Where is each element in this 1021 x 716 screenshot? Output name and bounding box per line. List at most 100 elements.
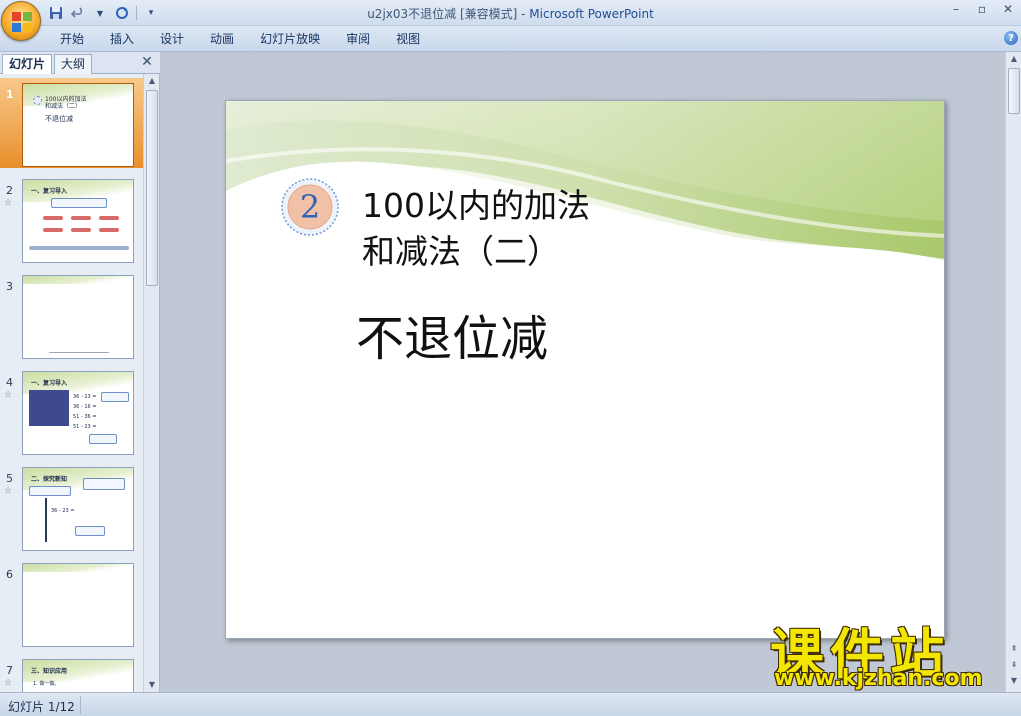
slide-indicator: 幻灯片 1/12 (8, 700, 75, 714)
ribbon: 开始 插入 设计 动画 幻灯片放映 审阅 视图 ? (0, 26, 1021, 52)
mini-callout (51, 198, 107, 208)
tab-animations[interactable]: 动画 (200, 30, 244, 48)
thumbnail-slide-2[interactable]: 2 ☆ 一、复习导入 (0, 174, 143, 264)
animation-icon: ☆ (4, 678, 13, 688)
mini-expr: 51 - 36 = (73, 414, 97, 420)
thumbnail-preview: 三、知识应用 1. 做一做。 (22, 659, 134, 692)
mini-expr: 36 - 16 = (73, 404, 97, 410)
mini-item (71, 216, 91, 220)
tab-insert[interactable]: 插入 (100, 30, 144, 48)
mini-subtitle: 不退位减 (45, 115, 73, 123)
mini-expr: 51 - 23 = (73, 424, 97, 430)
thumbnail-slide-6[interactable]: 6 (0, 558, 143, 648)
close-window-icon[interactable]: ✕ (995, 0, 1021, 18)
thumbnail-preview: 100以内的加法 和减法（二） 不退位减 (22, 83, 134, 167)
mini-picture (29, 390, 69, 426)
editor-scrollbar[interactable]: ▲ ⇞ ⇟ ▼ (1005, 52, 1021, 692)
thumbnail-slide-5[interactable]: 5 ☆ 二、探究新知 36 - 23 = (0, 462, 143, 552)
restore-icon[interactable]: ▫ (969, 0, 995, 18)
thumbnail-number: 2 (6, 184, 13, 197)
slide-title[interactable]: 100以内的加法 和减法（二） (362, 183, 590, 275)
mini-callout (83, 478, 125, 490)
watermark-url: www.kjzhan.com (774, 666, 983, 691)
help-icon[interactable]: ? (1004, 31, 1018, 45)
mini-title-line1: 100以内的加法 (45, 96, 87, 103)
title-bar: ▼ ▾ u2jx03不退位减 [兼容模式] - Microsoft PowerP… (0, 0, 1021, 26)
mini-expr: 1. 做一做。 (33, 681, 60, 687)
mini-expr: 36 - 23 = (73, 394, 97, 400)
thumbnail-preview (22, 563, 134, 647)
thumbnail-number: 4 (6, 376, 13, 389)
mini-badge-icon (33, 96, 42, 105)
minimize-icon[interactable]: – (943, 0, 969, 18)
mini-item (49, 352, 109, 353)
tab-design[interactable]: 设计 (150, 30, 194, 48)
slide-title-line1: 100以内的加法 (362, 186, 590, 225)
thumbnail-number: 5 (6, 472, 13, 485)
mini-item (99, 228, 119, 232)
ribbon-tabs: 开始 插入 设计 动画 幻灯片放映 审阅 视图 (50, 30, 436, 48)
office-logo-icon (12, 12, 32, 32)
mini-caption: 二、探究新知 (31, 476, 68, 483)
window-title-app: Microsoft PowerPoint (529, 7, 654, 21)
thumbnail-number: 7 (6, 664, 13, 677)
thumbnail-preview (22, 275, 134, 359)
mini-expr: 36 - 23 = (51, 508, 75, 514)
lesson-badge-number: 2 (299, 188, 321, 226)
thumbnail-number: 3 (6, 280, 13, 293)
thumbnail-number: 1 (6, 88, 14, 101)
thumbnail-number: 6 (6, 568, 13, 581)
window-title-separator: - (517, 7, 530, 21)
tab-view[interactable]: 视图 (386, 30, 430, 48)
mini-title-line2: 和减法（二） (45, 103, 82, 110)
thumbnail-slide-3[interactable]: 3 (0, 270, 143, 360)
tab-slides[interactable]: 幻灯片 (2, 54, 53, 74)
thumbnail-preview: 二、探究新知 36 - 23 = (22, 467, 134, 551)
mini-item (43, 228, 63, 232)
scroll-down-icon[interactable]: ▼ (145, 678, 159, 692)
scroll-up-icon[interactable]: ▲ (145, 74, 159, 88)
mini-callout (101, 392, 129, 402)
mini-caption: 三、知识应用 (31, 668, 68, 675)
status-bar: 幻灯片 1/12 (0, 692, 1021, 716)
animation-icon: ☆ (4, 486, 13, 496)
mini-caption: 一、复习导入 (31, 188, 68, 195)
thumbnail-band (23, 564, 133, 572)
window-controls: – ▫ ✕ (943, 0, 1021, 22)
thumbnail-preview: 一、复习导入 36 - 23 = 36 - 16 = 51 - 36 = 51 … (22, 371, 134, 455)
mini-callout (75, 526, 105, 536)
window-title: u2jx03不退位减 [兼容模式] - Microsoft PowerPoint (0, 5, 1021, 22)
close-pane-icon[interactable]: ✕ (140, 55, 154, 69)
tab-slideshow[interactable]: 幻灯片放映 (250, 30, 330, 48)
mini-title: 100以内的加法 和减法（二） (45, 96, 86, 110)
slide-title-line2: 和减法（二） (362, 232, 560, 271)
slide-editor: 2 100以内的加法 和减法（二） 不退位减 (161, 52, 1005, 692)
scrollbar-thumb[interactable] (146, 90, 158, 286)
scrollbar-thumb[interactable] (1008, 68, 1020, 114)
slide-canvas[interactable]: 2 100以内的加法 和减法（二） 不退位减 (225, 100, 945, 639)
animation-icon: ☆ (4, 198, 13, 208)
pane-tabs: 幻灯片 大纲 ✕ (0, 52, 160, 74)
mini-item (99, 216, 119, 220)
thumbnail-slide-7[interactable]: 7 ☆ 三、知识应用 1. 做一做。 (0, 654, 143, 692)
office-button[interactable] (1, 1, 41, 41)
tab-review[interactable]: 审阅 (336, 30, 380, 48)
mini-table (29, 486, 71, 496)
mini-item (29, 246, 129, 250)
mini-item (43, 216, 63, 220)
mini-item (45, 498, 47, 542)
slide-subtitle[interactable]: 不退位减 (356, 299, 548, 369)
tab-home[interactable]: 开始 (50, 30, 94, 48)
tab-outline[interactable]: 大纲 (54, 54, 93, 74)
thumbnail-band (23, 276, 133, 284)
thumbnail-slide-1[interactable]: 1 100以内的加法 和减法（二） 不退位减 (0, 78, 143, 168)
scroll-up-icon[interactable]: ▲ (1007, 52, 1021, 66)
thumbnail-list: 1 100以内的加法 和减法（二） 不退位减 2 ☆ 一、复习导入 3 4 ☆ … (0, 74, 143, 692)
watermark: 课件站 www.kjzhan.com (770, 610, 1010, 692)
thumbnail-scrollbar[interactable]: ▲ ▼ (143, 74, 159, 692)
window-title-file: u2jx03不退位减 [兼容模式] (367, 7, 518, 21)
mini-caption: 一、复习导入 (31, 380, 68, 387)
animation-icon: ☆ (4, 390, 13, 400)
mini-callout (89, 434, 117, 444)
thumbnail-slide-4[interactable]: 4 ☆ 一、复习导入 36 - 23 = 36 - 16 = 51 - 36 =… (0, 366, 143, 456)
